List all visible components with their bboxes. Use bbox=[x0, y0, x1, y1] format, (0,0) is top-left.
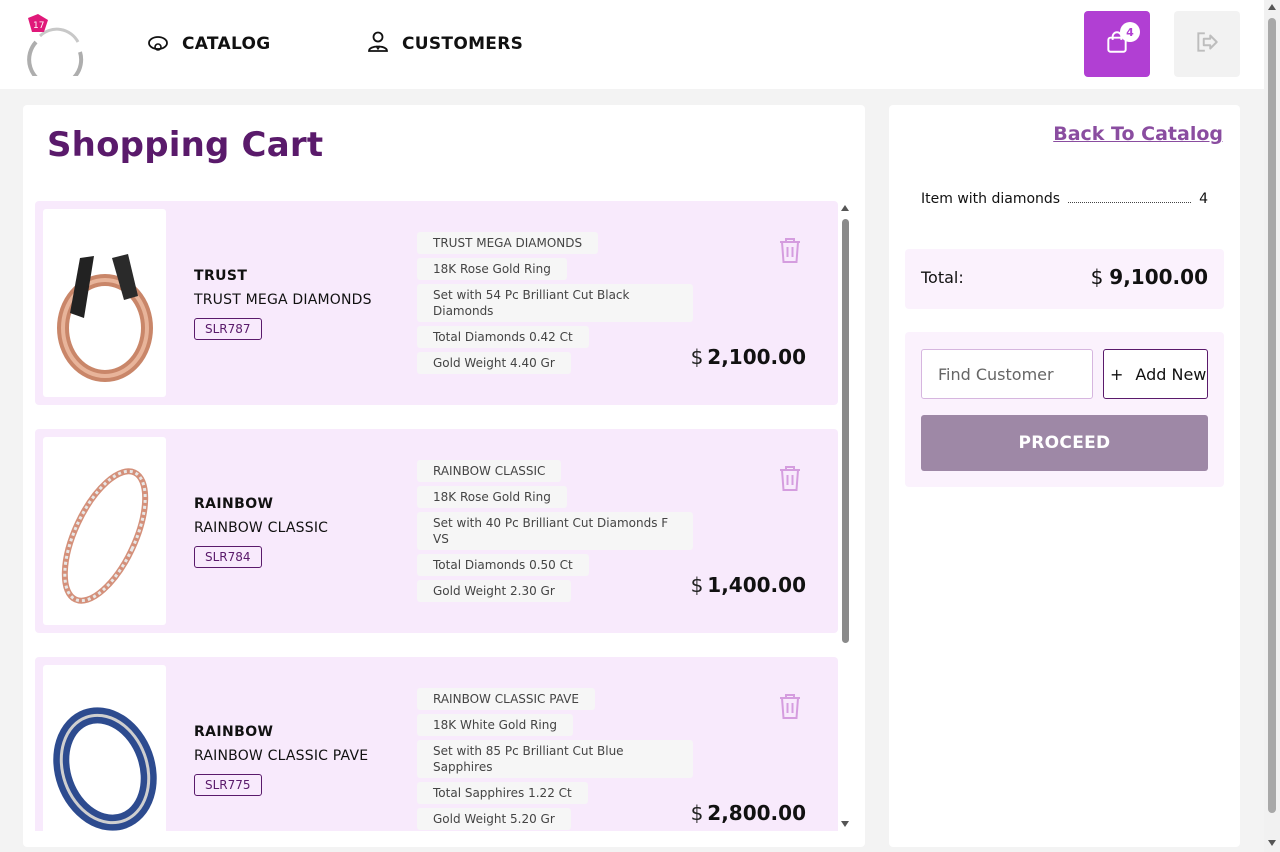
product-tag: Gold Weight 5.20 Gr bbox=[417, 808, 571, 830]
currency-symbol: $ bbox=[690, 801, 704, 825]
product-tags: RAINBOW CLASSIC 18K Rose Gold Ring Set w… bbox=[417, 460, 693, 602]
ring-logo[interactable]: 17 bbox=[22, 12, 86, 88]
cart-button[interactable]: 4 bbox=[1084, 11, 1150, 77]
trash-icon bbox=[778, 238, 802, 268]
page-title: Shopping Cart bbox=[47, 125, 324, 165]
product-tag: 18K White Gold Ring bbox=[417, 714, 573, 736]
item-count-row: Item with diamonds 4 bbox=[921, 191, 1208, 207]
nav-catalog[interactable]: CATALOG bbox=[146, 32, 270, 56]
nav-catalog-label: CATALOG bbox=[182, 34, 271, 54]
shopping-cart-panel: Shopping Cart TRUST TRUST MEGA DIAMONDS … bbox=[23, 105, 865, 847]
add-new-label: Add New bbox=[1135, 364, 1207, 384]
product-tags: RAINBOW CLASSIC PAVE 18K White Gold Ring… bbox=[417, 688, 693, 830]
back-to-catalog-link[interactable]: Back To Catalog bbox=[1053, 123, 1223, 145]
product-tag: Gold Weight 2.30 Gr bbox=[417, 580, 571, 602]
price-amount: 2,800.00 bbox=[707, 801, 806, 825]
trash-icon bbox=[778, 466, 802, 496]
nav-customers[interactable]: CUSTOMERS bbox=[366, 30, 524, 59]
nav-customers-label: CUSTOMERS bbox=[402, 34, 524, 54]
product-name: RAINBOW CLASSIC bbox=[194, 520, 329, 536]
scroll-up-arrow[interactable] bbox=[841, 205, 849, 211]
proceed-button[interactable]: PROCEED bbox=[921, 415, 1208, 471]
cart-list-scrollbar[interactable] bbox=[840, 201, 850, 831]
product-tag: Gold Weight 4.40 Gr bbox=[417, 352, 571, 374]
currency-symbol: $ bbox=[690, 573, 704, 597]
scroll-down-arrow[interactable] bbox=[841, 821, 849, 827]
product-tag: TRUST MEGA DIAMONDS bbox=[417, 232, 599, 254]
product-tag: 18K Rose Gold Ring bbox=[417, 486, 567, 508]
scroll-up-arrow[interactable] bbox=[1268, 4, 1276, 10]
item-price: $ 2,800.00 bbox=[691, 801, 806, 825]
product-brand: RAINBOW bbox=[194, 496, 274, 512]
svg-text:17: 17 bbox=[33, 21, 44, 31]
top-navigation-bar: 17 CATALOG CUSTOMERS 4 bbox=[0, 0, 1264, 89]
ring-icon bbox=[146, 30, 170, 59]
product-sku-badge: SLR784 bbox=[194, 546, 262, 568]
currency-symbol: $ bbox=[690, 345, 704, 369]
delete-item-button[interactable] bbox=[778, 464, 802, 492]
cart-item: RAINBOW RAINBOW CLASSIC PAVE SLR775 RAIN… bbox=[35, 657, 838, 831]
total-label: Total: bbox=[921, 268, 964, 287]
cart-count-badge: 4 bbox=[1120, 22, 1140, 42]
product-tags: TRUST MEGA DIAMONDS 18K Rose Gold Ring S… bbox=[417, 232, 693, 374]
item-price: $ 2,100.00 bbox=[691, 345, 806, 369]
price-amount: 2,100.00 bbox=[707, 345, 806, 369]
currency-symbol: $ bbox=[1090, 265, 1104, 289]
trash-icon bbox=[778, 694, 802, 724]
product-brand: RAINBOW bbox=[194, 724, 274, 740]
product-image bbox=[43, 437, 166, 625]
plus-icon: + bbox=[1110, 364, 1124, 384]
product-tag: Total Diamonds 0.50 Ct bbox=[417, 554, 589, 576]
item-count-value: 4 bbox=[1199, 191, 1208, 207]
logout-icon bbox=[1194, 29, 1220, 59]
product-tag: RAINBOW CLASSIC bbox=[417, 460, 562, 482]
cart-list-scroll-thumb[interactable] bbox=[842, 219, 849, 643]
product-tag: Set with 54 Pc Brilliant Cut Black Diamo… bbox=[417, 284, 693, 322]
product-tag: Set with 40 Pc Brilliant Cut Diamonds F … bbox=[417, 512, 693, 550]
product-brand: TRUST bbox=[194, 268, 248, 284]
product-tag: Total Diamonds 0.42 Ct bbox=[417, 326, 589, 348]
find-customer-input[interactable] bbox=[921, 349, 1093, 399]
page-scroll-thumb[interactable] bbox=[1268, 18, 1276, 813]
order-summary-panel: Back To Catalog Item with diamonds 4 Tot… bbox=[889, 105, 1240, 847]
product-tag: 18K Rose Gold Ring bbox=[417, 258, 567, 280]
product-sku-badge: SLR787 bbox=[194, 318, 262, 340]
total-value: $ 9,100.00 bbox=[1091, 265, 1208, 289]
customer-box: + Add New PROCEED bbox=[905, 332, 1224, 487]
cart-items-list: TRUST TRUST MEGA DIAMONDS SLR787 TRUST M… bbox=[35, 201, 839, 831]
delete-item-button[interactable] bbox=[778, 236, 802, 264]
product-name: RAINBOW CLASSIC PAVE bbox=[194, 748, 369, 764]
product-image bbox=[43, 209, 166, 397]
user-icon bbox=[366, 30, 390, 59]
product-tag: RAINBOW CLASSIC PAVE bbox=[417, 688, 595, 710]
product-image bbox=[43, 665, 166, 831]
page-scrollbar[interactable] bbox=[1264, 0, 1280, 852]
product-sku-badge: SLR775 bbox=[194, 774, 262, 796]
cart-item: RAINBOW RAINBOW CLASSIC SLR784 RAINBOW C… bbox=[35, 429, 838, 633]
total-box: Total: $ 9,100.00 bbox=[905, 249, 1224, 309]
delete-item-button[interactable] bbox=[778, 692, 802, 720]
scroll-down-arrow[interactable] bbox=[1268, 840, 1276, 846]
dotted-leader bbox=[1068, 195, 1192, 203]
total-amount: 9,100.00 bbox=[1109, 265, 1208, 289]
product-name: TRUST MEGA DIAMONDS bbox=[194, 292, 372, 308]
cart-item: TRUST TRUST MEGA DIAMONDS SLR787 TRUST M… bbox=[35, 201, 838, 405]
item-count-label: Item with diamonds bbox=[921, 191, 1061, 207]
add-new-customer-button[interactable]: + Add New bbox=[1103, 349, 1208, 399]
product-tag: Total Sapphires 1.22 Ct bbox=[417, 782, 588, 804]
price-amount: 1,400.00 bbox=[707, 573, 806, 597]
logout-button[interactable] bbox=[1174, 11, 1240, 77]
item-price: $ 1,400.00 bbox=[691, 573, 806, 597]
product-tag: Set with 85 Pc Brilliant Cut Blue Sapphi… bbox=[417, 740, 693, 778]
